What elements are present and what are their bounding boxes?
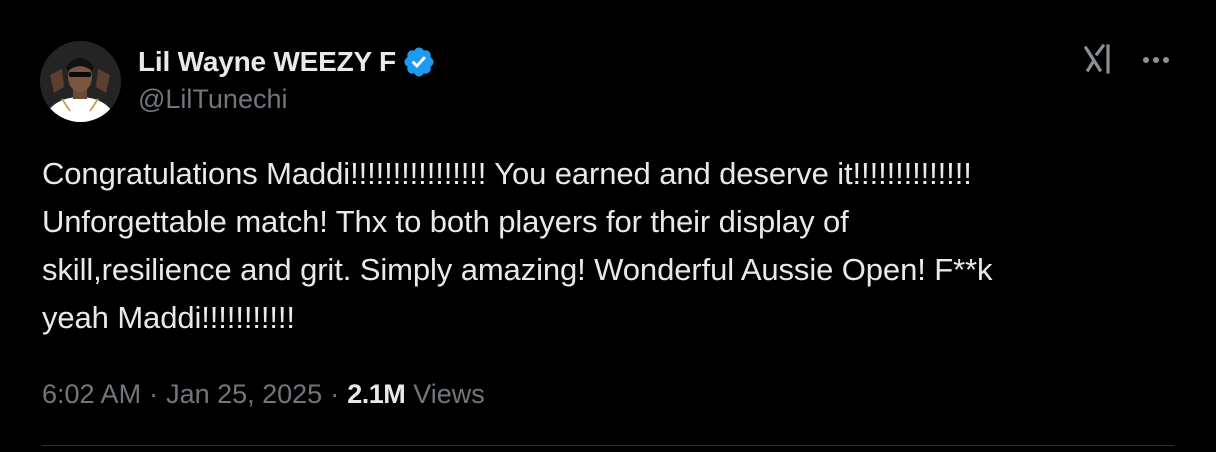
more-horizontal-icon (1143, 57, 1169, 63)
tweet-date[interactable]: Jan 25, 2025 (166, 379, 322, 410)
author-handle[interactable]: @LilTunechi (138, 84, 287, 115)
views-label: Views (413, 378, 485, 409)
author-avatar[interactable] (40, 41, 121, 122)
tweet-meta: 6:02 AM · Jan 25, 2025 · 2.1M Views (42, 374, 485, 414)
tweet-time[interactable]: 6:02 AM (42, 379, 141, 410)
verified-badge-icon (402, 45, 436, 79)
grok-icon (1083, 43, 1110, 74)
tweet-card: Lil Wayne WEEZY F @LilTunechi Congratula… (0, 0, 1216, 452)
views-count[interactable]: 2.1M (347, 379, 406, 410)
divider (42, 445, 1174, 446)
meta-separator: · (149, 378, 159, 409)
author-display-name[interactable]: Lil Wayne WEEZY F (138, 46, 396, 78)
meta-separator: · (330, 378, 340, 409)
author-name-row: Lil Wayne WEEZY F (138, 44, 436, 80)
avatar-image (40, 41, 121, 122)
grok-button[interactable] (1080, 40, 1120, 80)
more-options-button[interactable] (1136, 44, 1176, 76)
tweet-text: Congratulations Maddi!!!!!!!!!!!!!!!! Yo… (42, 156, 993, 335)
